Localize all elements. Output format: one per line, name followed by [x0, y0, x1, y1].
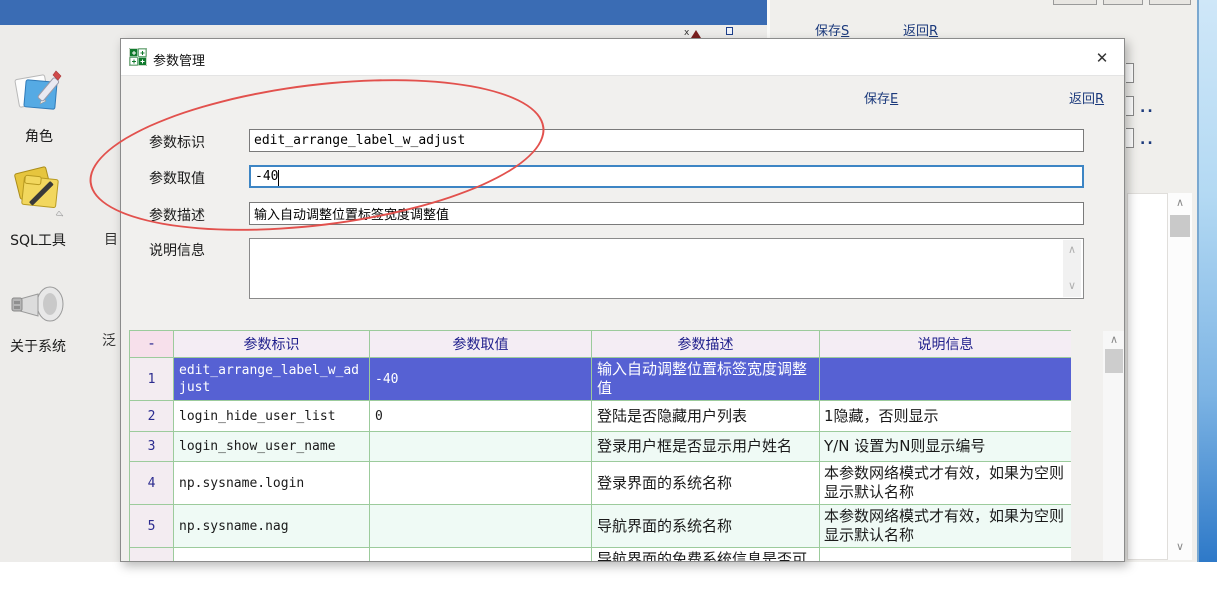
cell-info[interactable]: 本参数网络模式才有效 Y/N: [820, 548, 1072, 563]
table-row[interactable]: 6np.freeinfo.nag.visible 导航界面的免费系统信息是否可见本…: [130, 548, 1072, 563]
cell-info[interactable]: [820, 358, 1072, 401]
cell-value[interactable]: -40: [370, 358, 592, 401]
desktop-icon-role[interactable]: 角色: [8, 68, 70, 146]
about-system-icon: [8, 315, 68, 334]
text-caret: [278, 170, 279, 186]
browse-dots[interactable]: ..: [1140, 132, 1155, 148]
cell-ident[interactable]: np.sysname.nag: [174, 505, 370, 548]
bgwin-button-fragment: [1103, 0, 1143, 5]
desktop-wallpaper-strip: [1197, 0, 1217, 562]
bgwin-button-fragment: [1149, 0, 1191, 5]
header-cell: 参数取值: [370, 331, 592, 358]
header-cell: 说明信息: [820, 331, 1072, 358]
dialog-return-link[interactable]: 返回R: [1069, 88, 1104, 107]
param-value-input[interactable]: [249, 165, 1084, 188]
cell-info[interactable]: 本参数网络模式才有效，如果为空则显示默认名称: [820, 462, 1072, 505]
bottom-white-strip: [0, 562, 1217, 605]
info-label: 说明信息: [149, 240, 205, 260]
bgwin-input-fragment: [1126, 128, 1134, 148]
desktop-icon-label: 角色: [8, 126, 70, 146]
param-desc-label: 参数描述: [149, 205, 205, 225]
scroll-down-icon[interactable]: ∨: [1063, 280, 1081, 292]
header-cell: 参数描述: [592, 331, 820, 358]
cell-ident[interactable]: np.freeinfo.nag.visible: [174, 548, 370, 563]
cell-desc[interactable]: 导航界面的系统名称: [592, 505, 820, 548]
bgwin-list-area: [1127, 193, 1168, 560]
table-row[interactable]: 5np.sysname.nag 导航界面的系统名称本参数网络模式才有效，如果为空则…: [130, 505, 1072, 548]
cell-num[interactable]: 6: [130, 548, 174, 563]
cell-ident[interactable]: np.sysname.login: [174, 462, 370, 505]
bgwin-input-fragment: [1126, 96, 1134, 116]
cell-ident[interactable]: login_show_user_name: [174, 432, 370, 462]
param-manager-icon: [129, 48, 147, 70]
cell-info[interactable]: 本参数网络模式才有效，如果为空则显示默认名称: [820, 505, 1072, 548]
textarea-scrollbar[interactable]: ∧ ∨: [1063, 240, 1081, 297]
desktop-icon-sql-tools[interactable]: SQL工具: [2, 160, 74, 250]
screen: 角色 SQL工具 关于系统 目 泛: [0, 0, 1217, 605]
param-ident-label: 参数标识: [149, 132, 205, 152]
cell-num[interactable]: 1: [130, 358, 174, 401]
bgwin-button-fragment: [1053, 0, 1097, 5]
scrollbar-thumb[interactable]: [1170, 215, 1190, 237]
info-textarea[interactable]: [249, 238, 1084, 299]
partial-icon-label: 泛: [102, 330, 116, 350]
dialog-save-link[interactable]: 保存E: [864, 88, 898, 107]
cell-num[interactable]: 3: [130, 432, 174, 462]
unknown-fragment-icon: x: [684, 28, 689, 38]
cell-num[interactable]: 2: [130, 401, 174, 432]
browse-dots[interactable]: ..: [1140, 100, 1155, 116]
cell-info[interactable]: 1隐藏，否则显示: [820, 401, 1072, 432]
dialog-title: 参数管理: [153, 50, 205, 69]
desktop-icon-about-system[interactable]: 关于系统: [4, 284, 72, 356]
cell-value[interactable]: [370, 462, 592, 505]
bgwin-return-link[interactable]: 返回R: [903, 20, 938, 39]
param-management-dialog: 参数管理 ✕ 保存E 返回R 参数标识 参数取值 参数描述 说明信息 ∧ ∨: [120, 38, 1125, 562]
desktop-icon-label: SQL工具: [2, 230, 74, 250]
table-scrollbar[interactable]: ∧: [1103, 331, 1125, 562]
cell-value[interactable]: [370, 505, 592, 548]
scrollbar-thumb[interactable]: [1105, 349, 1123, 373]
table-header-row: - 参数标识 参数取值 参数描述 说明信息: [130, 331, 1072, 358]
table-row[interactable]: 4np.sysname.login 登录界面的系统名称本参数网络模式才有效，如果为…: [130, 462, 1072, 505]
cell-info[interactable]: Y/N 设置为N则显示编号: [820, 432, 1072, 462]
bgwin-save-link[interactable]: 保存S: [815, 20, 849, 39]
close-icon[interactable]: ✕: [1089, 46, 1115, 70]
table-row[interactable]: 1edit_arrange_label_w_adjust-40输入自动调整位置标…: [130, 358, 1072, 401]
cell-num[interactable]: 5: [130, 505, 174, 548]
param-value-label: 参数取值: [149, 168, 205, 188]
unknown-fragment-icon: [726, 27, 733, 35]
partial-icon-label: 目: [104, 229, 118, 249]
cell-value[interactable]: 0: [370, 401, 592, 432]
cell-num[interactable]: 4: [130, 462, 174, 505]
header-cell: 参数标识: [174, 331, 370, 358]
cell-ident[interactable]: login_hide_user_list: [174, 401, 370, 432]
cell-ident[interactable]: edit_arrange_label_w_adjust: [174, 358, 370, 401]
param-desc-input[interactable]: [249, 202, 1084, 225]
scroll-up-icon[interactable]: ∧: [1168, 197, 1192, 209]
desktop-icon-label: 关于系统: [4, 336, 72, 356]
unknown-fragment-icon: [691, 30, 701, 38]
param-ident-input[interactable]: [249, 129, 1084, 152]
role-icon: [12, 105, 66, 124]
param-table-body: 1edit_arrange_label_w_adjust-40输入自动调整位置标…: [130, 358, 1072, 563]
cell-desc[interactable]: 登陆是否隐藏用户列表: [592, 401, 820, 432]
dialog-titlebar[interactable]: 参数管理 ✕: [121, 39, 1124, 76]
table-row[interactable]: 3login_show_user_name 登录用户框是否显示用户姓名Y/N 设置…: [130, 432, 1072, 462]
cell-value[interactable]: [370, 548, 592, 563]
sql-tools-icon: [9, 209, 67, 228]
cell-desc[interactable]: 输入自动调整位置标签宽度调整值: [592, 358, 820, 401]
scroll-up-icon[interactable]: ∧: [1063, 244, 1081, 256]
bgwin-input-fragment: [1126, 63, 1134, 83]
cell-desc[interactable]: 导航界面的免费系统信息是否可见: [592, 548, 820, 563]
cell-desc[interactable]: 登录界面的系统名称: [592, 462, 820, 505]
header-cell: -: [130, 331, 174, 358]
param-table: - 参数标识 参数取值 参数描述 说明信息 1edit_arrange_labe…: [129, 330, 1071, 562]
scroll-down-icon[interactable]: ∨: [1168, 541, 1192, 553]
bgwin-scrollbar[interactable]: ∧ ∨: [1168, 193, 1192, 560]
cell-value[interactable]: [370, 432, 592, 462]
top-title-bar: [0, 0, 770, 25]
cell-desc[interactable]: 登录用户框是否显示用户姓名: [592, 432, 820, 462]
table-row[interactable]: 2login_hide_user_list0登陆是否隐藏用户列表1隐藏，否则显示: [130, 401, 1072, 432]
scroll-up-icon[interactable]: ∧: [1103, 334, 1125, 346]
